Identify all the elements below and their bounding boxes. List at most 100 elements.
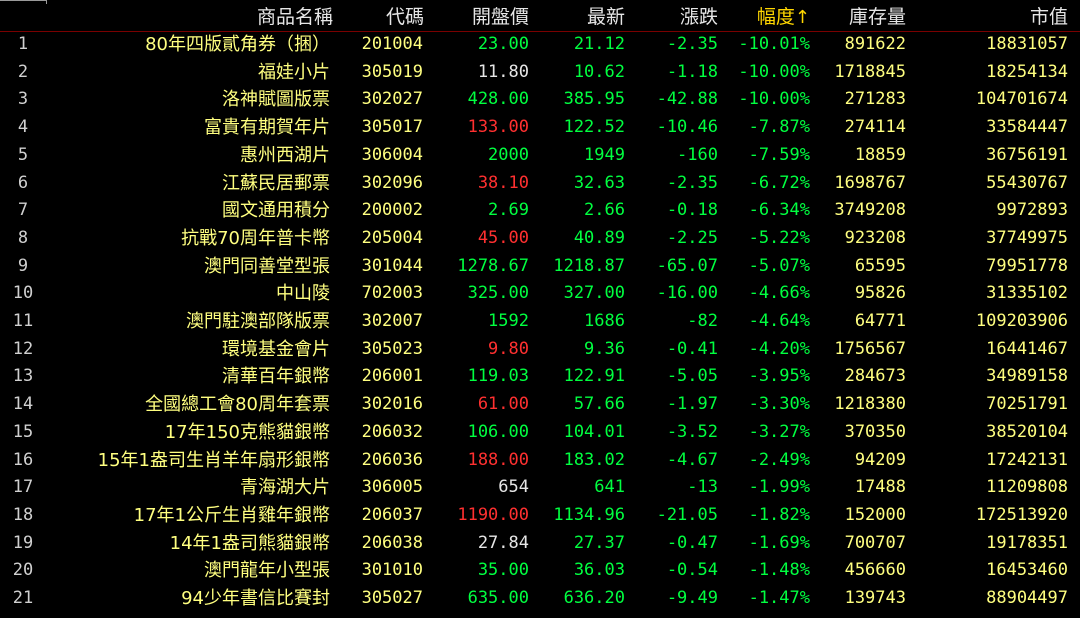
row-change: -16.00: [656, 283, 718, 304]
row-pct: -7.59%: [748, 144, 810, 165]
row-index: 15: [12, 421, 34, 442]
header-market-value[interactable]: 市值: [906, 3, 1068, 31]
row-last: 641: [594, 477, 625, 498]
row-last: 36.03: [573, 560, 625, 581]
row-name: 抗戰70周年普卡幣: [181, 227, 330, 249]
table-row[interactable]: 14 全國總工會80周年套票 302016 61.00 57.66 -1.97 -3.30%…: [0, 391, 1080, 419]
row-name: 國文通用積分: [222, 200, 330, 222]
row-index: 16: [12, 449, 34, 470]
table-row[interactable]: 19 14年1盎司熊貓銀幣 206038 27.84 27.37 -0.47 -1.69% 7…: [0, 530, 1080, 558]
row-open: 11.80: [477, 61, 529, 82]
row-pct: -6.34%: [748, 200, 810, 221]
table-row[interactable]: 2 福娃小片 305019 11.80 10.62 -1.18 -10.00% 1718845…: [0, 59, 1080, 87]
row-name: 清華百年銀幣: [222, 366, 330, 388]
row-change: -0.18: [666, 200, 718, 221]
table-row[interactable]: 16 15年1盎司生肖羊年扇形銀幣 206036 188.00 183.02 -4.67 -…: [0, 447, 1080, 475]
table-row[interactable]: 4 富貴有期賀年片 305017 133.00 122.52 -10.46 -7.87% 27…: [0, 114, 1080, 142]
row-name: 15年1盎司生肖羊年扇形銀幣: [97, 449, 330, 471]
table-row[interactable]: 12 環境基金會片 305023 9.80 9.36 -0.41 -4.20% 1756567…: [0, 336, 1080, 364]
table-row[interactable]: 7 國文通用積分 200002 2.69 2.66 -0.18 -6.34% 3749208 9…: [0, 197, 1080, 225]
header-code[interactable]: 代碼: [330, 3, 424, 31]
row-pct: -4.20%: [748, 338, 810, 359]
row-open: 325.00: [467, 283, 529, 304]
table-row[interactable]: 15 17年150克熊貓銀幣 206032 106.00 104.01 -3.52 -3.2…: [0, 419, 1080, 447]
row-market-value: 16453460: [986, 560, 1068, 581]
row-name: 全國總工會80周年套票: [145, 394, 330, 416]
table-row[interactable]: 8 抗戰70周年普卡幣 205004 45.00 40.89 -2.25 -5.22% 923…: [0, 225, 1080, 253]
table-row[interactable]: 18 17年1公斤生肖雞年銀幣 206037 1190.00 1134.96 -21.05…: [0, 502, 1080, 530]
header-index: [0, 3, 46, 31]
table-row[interactable]: 3 洛神賦圖版票 302027 428.00 385.95 -42.88 -10.00% 27…: [0, 86, 1080, 114]
row-index: 13: [12, 366, 34, 387]
row-market-value: 104701674: [975, 89, 1068, 110]
row-name: 澳門駐澳部隊版票: [186, 311, 330, 332]
row-last: 327.00: [563, 283, 625, 304]
header-pct-label: 幅度: [756, 6, 795, 28]
row-index: 9: [17, 255, 29, 276]
row-open: 1592: [488, 311, 529, 331]
row-index: 2: [17, 61, 29, 82]
row-last: 385.95: [563, 89, 625, 110]
row-name: 14年1盎司熊貓銀幣: [169, 532, 330, 554]
row-code: 305023: [361, 338, 423, 359]
row-code: 302016: [361, 394, 423, 415]
row-stock: 891622: [844, 34, 906, 54]
row-change: -2.25: [666, 227, 718, 248]
row-open: 654: [498, 477, 529, 498]
table-row[interactable]: 6 江蘇民居郵票 302096 38.10 32.63 -2.35 -6.72% 169876…: [0, 170, 1080, 198]
row-last: 9.36: [584, 338, 625, 359]
row-code: 201004: [361, 34, 423, 54]
row-pct: -1.99%: [748, 477, 810, 498]
row-last: 32.63: [573, 172, 625, 193]
table-header: 商品名稱 代碼 開盤價 最新 漲跌 幅度↑ 庫存量 市值: [0, 3, 1080, 32]
row-pct: -6.72%: [748, 172, 810, 193]
table-row[interactable]: 17 青海湖大片 306005 654 641 -13 -1.99% 17488 1120980…: [0, 474, 1080, 502]
header-name[interactable]: 商品名稱: [50, 3, 333, 31]
row-market-value: 109203906: [975, 311, 1068, 331]
header-stock[interactable]: 庫存量: [810, 3, 906, 31]
row-change: -1.18: [666, 61, 718, 82]
row-open: 27.84: [477, 532, 529, 553]
table-row[interactable]: 1 80年四版貳角券（捆） 201004 23.00 21.12 -2.35 -10.01%…: [0, 31, 1080, 59]
header-last[interactable]: 最新: [529, 3, 625, 31]
table-row[interactable]: 13 清華百年銀幣 206001 119.03 122.91 -5.05 -3.95% 284…: [0, 363, 1080, 391]
row-name: 94少年書信比賽封: [181, 588, 330, 609]
row-name: 富貴有期賀年片: [204, 117, 330, 139]
row-open: 9.80: [488, 338, 529, 359]
row-market-value: 38520104: [986, 421, 1068, 442]
table-row[interactable]: 21 94少年書信比賽封 305027 635.00 636.20 -9.49 -1.47%…: [0, 585, 1080, 613]
row-market-value: 11209808: [986, 477, 1068, 498]
header-change[interactable]: 漲跌: [625, 3, 718, 31]
row-name: 80年四版貳角券（捆）: [145, 34, 330, 55]
header-pct[interactable]: 幅度↑: [718, 3, 810, 31]
row-index: 14: [12, 394, 34, 415]
row-market-value: 172513920: [975, 504, 1068, 525]
table-row[interactable]: 20 澳門龍年小型張 301010 35.00 36.03 -0.54 -1.48% 4566…: [0, 557, 1080, 585]
table-row[interactable]: 10 中山陵 702003 325.00 327.00 -16.00 -4.66% 95826…: [0, 280, 1080, 308]
row-open: 428.00: [467, 89, 529, 110]
row-market-value: 36756191: [986, 144, 1068, 165]
row-code: 302007: [361, 311, 423, 331]
row-last: 1134.96: [553, 504, 625, 525]
row-change: -13: [687, 477, 718, 498]
table-row[interactable]: 9 澳門同善堂型張 301044 1278.67 1218.87 -65.07 -5.07%…: [0, 253, 1080, 281]
row-change: -65.07: [656, 255, 718, 276]
row-name: 17年1公斤生肖雞年銀幣: [133, 504, 330, 526]
row-last: 1686: [584, 311, 625, 331]
row-code: 301010: [361, 560, 423, 581]
row-pct: -5.22%: [748, 227, 810, 248]
row-code: 206001: [361, 366, 423, 387]
row-index: 18: [12, 504, 34, 525]
row-code: 702003: [361, 283, 423, 304]
row-stock: 456660: [844, 560, 906, 581]
row-last: 122.52: [563, 117, 625, 138]
row-open: 133.00: [467, 117, 529, 138]
row-change: -0.41: [666, 338, 718, 359]
row-change: -9.49: [666, 588, 718, 608]
row-code: 305017: [361, 117, 423, 138]
table-row[interactable]: 5 惠州西湖片 306004 2000 1949 -160 -7.59% 18859 36756…: [0, 142, 1080, 170]
row-code: 200002: [361, 200, 423, 221]
table-row[interactable]: 11 澳門駐澳部隊版票 302007 1592 1686 -82 -4.64% 64771 10…: [0, 308, 1080, 336]
header-open[interactable]: 開盤價: [423, 3, 529, 31]
row-code: 206036: [361, 449, 423, 470]
